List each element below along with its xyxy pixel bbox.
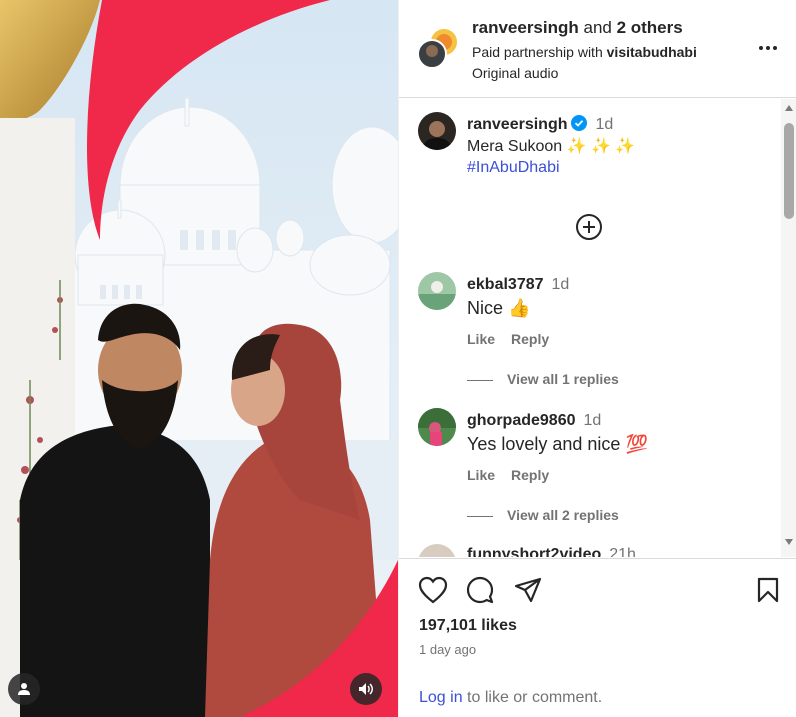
comment-username[interactable]: ghorpade9860 — [467, 412, 575, 429]
post-time[interactable]: 1 day ago — [419, 642, 476, 657]
view-replies-button[interactable]: View all 1 replies — [467, 371, 619, 387]
collab-avatars[interactable] — [417, 26, 461, 70]
save-button[interactable] — [751, 573, 785, 607]
comment-header: ghorpade9860 1d — [467, 412, 601, 430]
partnership-prefix: Paid partnership with — [472, 44, 607, 60]
comment-actions: Like Reply — [467, 467, 549, 483]
comment-icon — [466, 576, 494, 604]
header-others[interactable]: 2 others — [617, 18, 683, 37]
header-username[interactable]: ranveersingh — [472, 18, 579, 37]
post-details-panel: ranveersingh and 2 others Paid partnersh… — [398, 0, 796, 717]
comment-reply-button[interactable]: Reply — [511, 467, 549, 483]
comment-time: 1d — [551, 276, 570, 293]
post-header: ranveersingh and 2 others Paid partnersh… — [399, 0, 796, 98]
partnership-line: Paid partnership with visitabudhabi — [472, 44, 697, 60]
comment-like-button[interactable]: Like — [467, 331, 495, 347]
comments-list[interactable]: ranveersingh 1d Mera Sukoon ✨ ✨ ✨ #InAbuD… — [399, 99, 779, 557]
comment-text: Yes lovely and nice 💯 — [467, 434, 648, 454]
comment-header: funnyshort2video 21h — [467, 546, 636, 557]
tagged-users-button[interactable] — [8, 673, 40, 705]
comment-header: ekbal3787 1d — [467, 276, 569, 294]
caption-body: Mera Sukoon ✨ ✨ ✨ #InAbuDhabi — [467, 136, 635, 178]
post-actions: 197,101 likes 1 day ago Log in to like o… — [399, 558, 796, 717]
comment-username[interactable]: funnyshort2video — [467, 546, 601, 557]
share-icon — [514, 577, 542, 603]
comment-button[interactable] — [463, 573, 497, 607]
more-options-button[interactable] — [755, 38, 781, 58]
heart-icon — [418, 576, 448, 604]
user-tag-icon — [18, 683, 30, 695]
login-link[interactable]: Log in — [419, 689, 463, 706]
scroll-up-icon[interactable] — [785, 105, 793, 111]
comment-reply-button[interactable]: Reply — [511, 331, 549, 347]
scroll-down-icon[interactable] — [785, 539, 793, 545]
comment-avatar[interactable] — [418, 272, 456, 310]
likes-count[interactable]: 197,101 likes — [419, 617, 517, 635]
more-icon — [759, 46, 777, 50]
collab-line: ranveersingh and 2 others — [472, 18, 697, 38]
caption-username[interactable]: ranveersingh — [467, 116, 567, 133]
caption-text: Mera Sukoon ✨ ✨ ✨ — [467, 138, 636, 155]
caption-header: ranveersingh 1d — [467, 115, 613, 134]
view-replies-button[interactable]: View all 2 replies — [467, 507, 619, 523]
caption-hashtag[interactable]: #InAbuDhabi — [467, 157, 635, 178]
post-media[interactable] — [0, 0, 398, 717]
verified-badge-icon — [571, 115, 588, 131]
comment-username[interactable]: ekbal3787 — [467, 276, 544, 293]
comment-avatar[interactable] — [418, 408, 456, 446]
like-button[interactable] — [416, 573, 450, 607]
comment-like-button[interactable]: Like — [467, 467, 495, 483]
comment-time: 21h — [609, 546, 636, 557]
header-text: ranveersingh and 2 others Paid partnersh… — [472, 18, 697, 81]
share-button[interactable] — [511, 573, 545, 607]
caption-time: 1d — [595, 116, 614, 133]
load-more-comments-button[interactable] — [575, 213, 603, 241]
login-prompt: Log in to like or comment. — [419, 689, 602, 707]
comment-actions: Like Reply — [467, 331, 549, 347]
post-photo — [0, 0, 398, 717]
audio-toggle-button[interactable] — [350, 673, 382, 705]
sound-icon — [359, 683, 373, 695]
caption-avatar[interactable] — [418, 112, 456, 150]
bookmark-icon — [757, 577, 779, 603]
partner-link[interactable]: visitabudhabi — [607, 44, 697, 60]
comment-time: 1d — [583, 412, 602, 429]
comment-text: Nice 👍 — [467, 298, 531, 318]
audio-link[interactable]: Original audio — [472, 65, 697, 81]
add-comment-icon — [576, 214, 602, 240]
header-conjunction: and — [578, 18, 617, 37]
login-suffix: to like or comment. — [462, 689, 603, 706]
comments-scrollbar[interactable] — [781, 99, 796, 557]
scrollbar-thumb[interactable] — [784, 123, 794, 219]
comment-avatar[interactable] — [418, 544, 456, 557]
